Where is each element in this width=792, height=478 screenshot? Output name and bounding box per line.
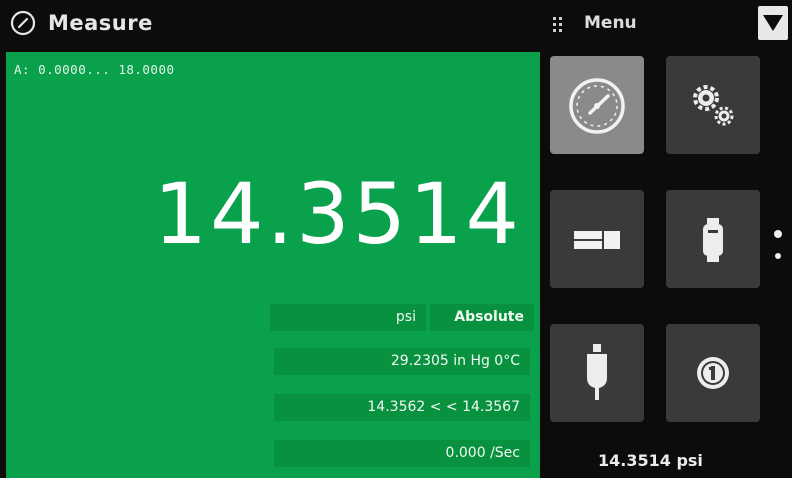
gauge-icon [569,78,625,134]
tile-probe[interactable] [550,324,644,422]
tile-measure[interactable] [550,56,644,154]
alternate-unit-reading[interactable]: 29.2305 in Hg 0°C [274,348,530,375]
main-reading: 14.3514 [153,165,522,263]
tile-info[interactable] [666,324,760,422]
menu-dropdown-button[interactable] [758,6,788,40]
gauge-icon [10,10,36,36]
range-label: A: 0.0000... 18.0000 [14,62,175,77]
gears-icon [693,85,734,126]
page-title: Measure [48,11,153,35]
triangle-down-icon [763,15,783,31]
rate-reading[interactable]: 0.000 /Sec [274,440,530,467]
top-bar: Measure Menu [0,0,792,50]
mode-field[interactable]: Absolute [430,304,534,331]
page-indicator[interactable] [772,226,784,266]
tile-display[interactable] [550,190,644,288]
footer-reading: 14.3514 psi [598,451,703,470]
device-screen: Measure Menu A: 0.0000... 18.0000 14.351… [0,0,792,478]
unit-field[interactable]: psi [270,304,426,331]
sensor-icon [703,218,723,262]
tile-settings[interactable] [666,56,760,154]
grip-icon [552,14,564,34]
probe-icon [587,344,607,400]
display-layout-icon [574,231,620,249]
menu-label[interactable]: Menu [584,13,637,33]
info-icon [697,357,729,389]
min-max-reading[interactable]: 14.3562 < < 14.3567 [274,394,530,421]
tile-sensor[interactable] [666,190,760,288]
